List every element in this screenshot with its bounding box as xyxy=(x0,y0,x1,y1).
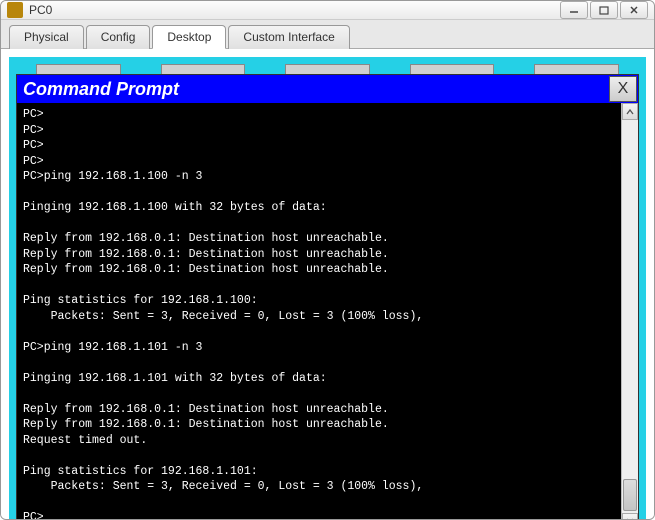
scroll-up-button[interactable] xyxy=(622,103,638,120)
bg-icon xyxy=(410,64,495,74)
command-prompt-titlebar[interactable]: Command Prompt X xyxy=(17,75,638,103)
tab-config[interactable]: Config xyxy=(86,25,151,49)
tab-custom-interface[interactable]: Custom Interface xyxy=(228,25,349,49)
desktop-inner-frame: Command Prompt X PC> PC> PC> PC> PC>ping… xyxy=(9,57,646,520)
minimize-button[interactable] xyxy=(560,1,588,19)
close-icon xyxy=(629,5,639,15)
window-title: PC0 xyxy=(29,3,560,17)
command-prompt-close-button[interactable]: X xyxy=(609,76,637,102)
window-titlebar[interactable]: PC0 xyxy=(1,1,654,20)
app-window: PC0 Physical Config Desktop Custom Inter… xyxy=(0,0,655,520)
bg-icon xyxy=(161,64,246,74)
command-prompt-output[interactable]: PC> PC> PC> PC> PC>ping 192.168.1.100 -n… xyxy=(17,103,621,520)
scroll-down-button[interactable] xyxy=(622,513,638,520)
tab-physical[interactable]: Physical xyxy=(9,25,84,49)
background-icons-peek xyxy=(16,64,639,74)
bg-icon xyxy=(534,64,619,74)
maximize-button[interactable] xyxy=(590,1,618,19)
scrollbar[interactable] xyxy=(621,103,638,520)
scroll-thumb[interactable] xyxy=(623,479,637,511)
command-prompt-title: Command Prompt xyxy=(23,79,608,100)
chevron-up-icon xyxy=(626,108,634,116)
minimize-icon xyxy=(569,5,579,15)
scroll-track[interactable] xyxy=(622,120,638,513)
bg-icon xyxy=(36,64,121,74)
command-prompt-window: Command Prompt X PC> PC> PC> PC> PC>ping… xyxy=(16,74,639,520)
bg-icon xyxy=(285,64,370,74)
tab-bar: Physical Config Desktop Custom Interface xyxy=(1,20,654,49)
app-icon xyxy=(7,2,23,18)
command-prompt-body-wrap: PC> PC> PC> PC> PC>ping 192.168.1.100 -n… xyxy=(17,103,638,520)
close-button[interactable] xyxy=(620,1,648,19)
window-controls xyxy=(560,1,648,19)
tab-desktop[interactable]: Desktop xyxy=(152,25,226,49)
maximize-icon xyxy=(599,5,609,15)
desktop-panel: Command Prompt X PC> PC> PC> PC> PC>ping… xyxy=(1,49,654,520)
